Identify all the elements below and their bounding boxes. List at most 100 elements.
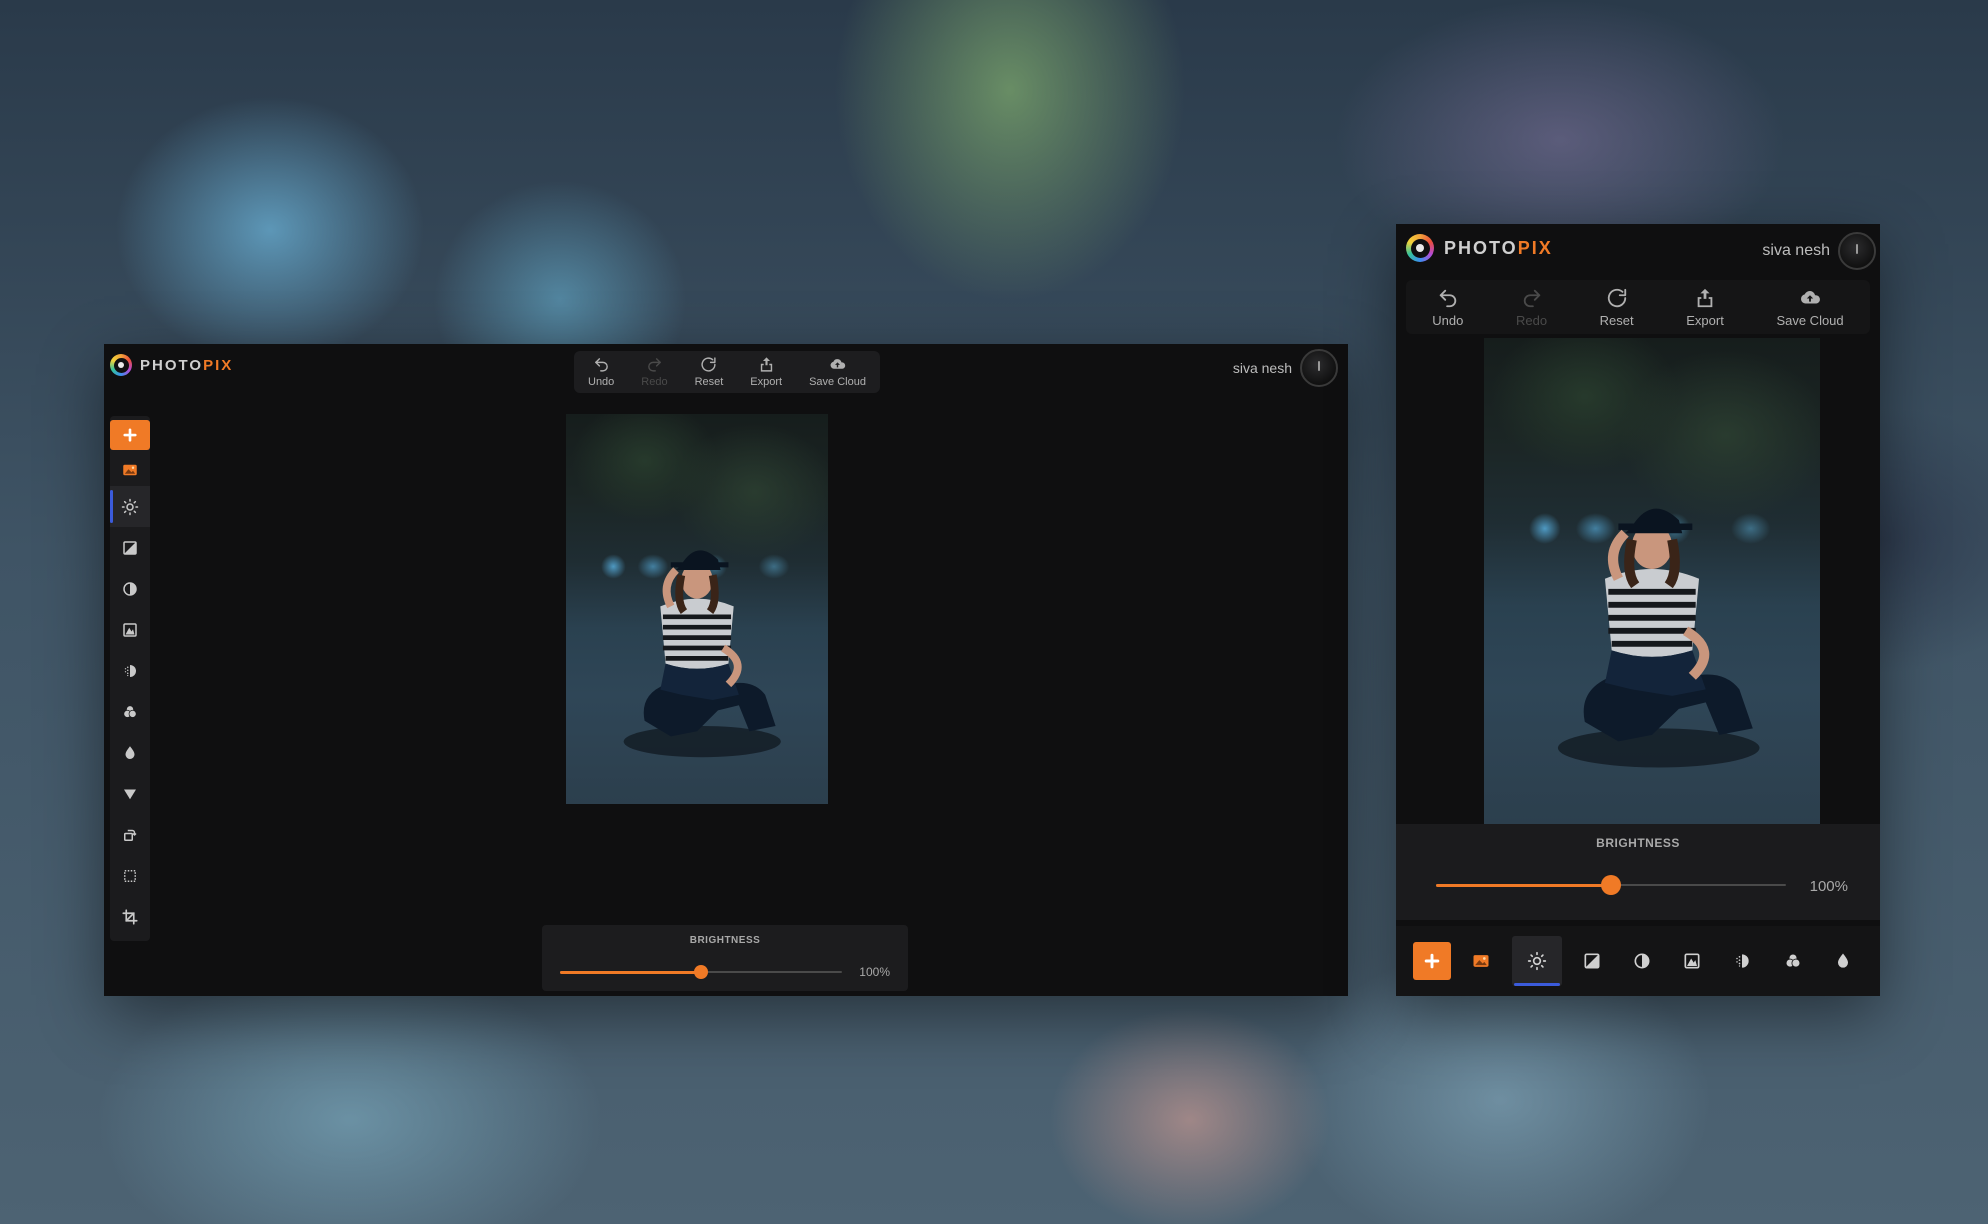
cloud-upload-icon xyxy=(830,359,846,369)
tool-brightness[interactable] xyxy=(1511,936,1562,986)
slider-fill xyxy=(560,970,701,974)
slider-fill xyxy=(1436,883,1611,887)
undo-button[interactable]: Undo xyxy=(582,351,620,393)
dots-icon xyxy=(1736,954,1750,968)
add-image-button[interactable] xyxy=(110,420,150,450)
gallery-button[interactable] xyxy=(1461,941,1501,981)
tool-brightness[interactable] xyxy=(110,486,150,527)
photo-canvas[interactable] xyxy=(1484,338,1820,826)
color-blend-icon xyxy=(1785,953,1800,968)
redo-icon xyxy=(1523,289,1540,307)
tool-color[interactable] xyxy=(110,691,150,732)
reset-icon xyxy=(1607,288,1626,307)
gallery-button[interactable] xyxy=(110,454,150,486)
top-toolbar: Undo Redo Reset Export Save Cloud xyxy=(1406,280,1870,334)
undo-icon xyxy=(1439,289,1456,307)
save-cloud-label: Save Cloud xyxy=(1776,312,1844,328)
exposure-icon xyxy=(1584,953,1600,969)
photo-subject xyxy=(1557,508,1760,768)
tool-contrast[interactable] xyxy=(1622,941,1662,981)
reset-label: Reset xyxy=(694,376,724,388)
tool-grain[interactable] xyxy=(1722,941,1762,981)
redo-button[interactable]: Redo xyxy=(635,351,673,393)
adjustment-panel: BRIGHTNESS 100% xyxy=(1396,824,1880,920)
reset-label: Reset xyxy=(1599,312,1634,328)
cloud-upload-icon xyxy=(1801,290,1820,303)
tool-rotate[interactable] xyxy=(110,814,150,855)
app-logo: PHOTOPIX xyxy=(1406,234,1553,262)
tool-levels[interactable] xyxy=(110,609,150,650)
export-button[interactable]: Export xyxy=(744,351,788,393)
export-icon xyxy=(1697,288,1713,307)
tool-vignette[interactable] xyxy=(110,773,150,814)
logo-text-photo: PHOTO xyxy=(140,356,204,374)
tool-contrast[interactable] xyxy=(110,568,150,609)
levels-icon xyxy=(123,622,137,637)
redo-button[interactable]: Redo xyxy=(1516,280,1547,334)
user-name: siva nesh xyxy=(1232,360,1292,376)
tool-saturation[interactable] xyxy=(1823,941,1863,981)
tool-grain[interactable] xyxy=(110,650,150,691)
save-cloud-button[interactable]: Save Cloud xyxy=(1776,280,1844,334)
adjustment-value: 100% xyxy=(1809,878,1848,895)
save-cloud-label: Save Cloud xyxy=(809,376,866,388)
adjustment-value: 100% xyxy=(859,965,890,979)
image-gallery-icon xyxy=(123,464,137,476)
crop-icon xyxy=(122,908,138,925)
desktop-editor-window: PHOTOPIX Undo Redo Reset Export Save Clo… xyxy=(104,344,1348,996)
tool-exposure[interactable] xyxy=(110,527,150,568)
undo-label: Undo xyxy=(1432,312,1464,328)
levels-icon xyxy=(1684,953,1700,969)
reset-button[interactable]: Reset xyxy=(689,351,730,393)
photo-canvas[interactable] xyxy=(566,414,828,804)
logo-aperture-icon xyxy=(1406,234,1434,262)
undo-button[interactable]: Undo xyxy=(1432,280,1463,334)
logo-text-pix: PIX xyxy=(203,356,234,374)
user-name: siva nesh xyxy=(1762,242,1830,259)
logo-text-pix: PIX xyxy=(1517,237,1553,258)
avatar[interactable] xyxy=(1300,349,1338,387)
brightness-slider[interactable] xyxy=(1436,874,1786,896)
logo-aperture-icon xyxy=(110,354,132,376)
user-profile[interactable]: siva nesh xyxy=(1762,232,1876,270)
save-cloud-button[interactable]: Save Cloud xyxy=(803,351,872,393)
redo-label: Redo xyxy=(641,376,668,388)
half-circle-icon xyxy=(1634,953,1650,969)
tool-saturation[interactable] xyxy=(110,732,150,773)
tool-select[interactable] xyxy=(110,855,150,896)
slider-thumb[interactable] xyxy=(694,965,708,979)
photo-subject xyxy=(623,550,781,758)
drop-icon xyxy=(125,745,135,759)
tool-sidebar xyxy=(110,416,150,941)
dotted-square-icon xyxy=(124,869,136,882)
mobile-editor-window: PHOTOPIX siva nesh Undo Redo Reset Expor… xyxy=(1396,224,1880,996)
redo-icon xyxy=(648,358,661,372)
tool-crop[interactable] xyxy=(110,896,150,937)
adjustment-label: BRIGHTNESS xyxy=(1596,836,1680,850)
top-toolbar: Undo Redo Reset Export Save Cloud xyxy=(574,351,880,393)
tool-levels[interactable] xyxy=(1672,941,1712,981)
logo-text-photo: PHOTO xyxy=(1444,237,1518,258)
export-button[interactable]: Export xyxy=(1686,280,1724,334)
sun-icon xyxy=(121,498,139,515)
add-image-button[interactable] xyxy=(1413,942,1452,980)
plus-icon xyxy=(1424,953,1440,969)
reset-icon xyxy=(701,357,717,372)
user-profile[interactable]: siva nesh xyxy=(1233,349,1338,387)
bottom-tool-bar xyxy=(1396,926,1880,996)
plus-icon xyxy=(123,428,137,442)
rotate-icon xyxy=(124,829,137,841)
redo-label: Redo xyxy=(1515,312,1548,328)
tool-color[interactable] xyxy=(1773,941,1813,981)
slider-thumb[interactable] xyxy=(1601,875,1621,895)
half-circle-icon xyxy=(123,581,137,596)
adjustment-panel: BRIGHTNESS 100% xyxy=(542,925,908,991)
brightness-slider[interactable] xyxy=(560,962,842,982)
reset-button[interactable]: Reset xyxy=(1600,280,1634,334)
export-icon xyxy=(760,357,772,372)
avatar[interactable] xyxy=(1838,232,1876,270)
undo-label: Undo xyxy=(588,376,615,388)
tool-exposure[interactable] xyxy=(1572,941,1612,981)
dots-icon xyxy=(124,664,136,677)
image-gallery-icon xyxy=(1473,955,1489,967)
